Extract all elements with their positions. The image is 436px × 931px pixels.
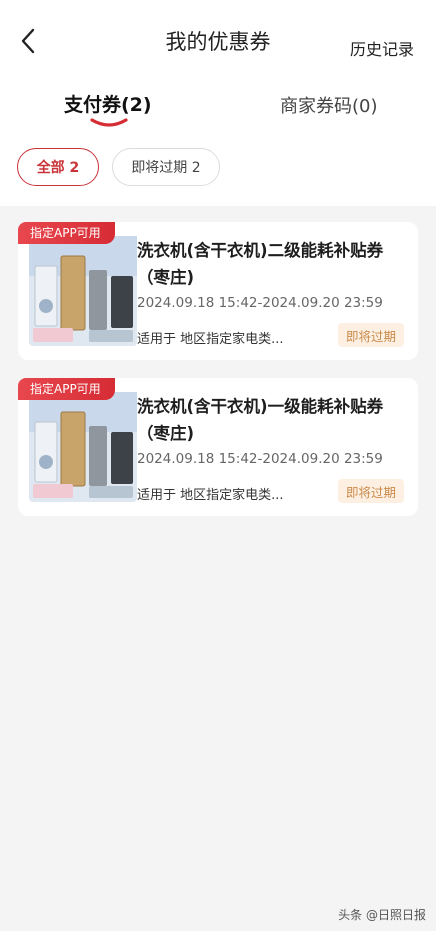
filter-all[interactable]: 全部 2 (17, 148, 99, 186)
expiring-badge: 即将过期 (338, 479, 404, 503)
appliance-image (29, 392, 137, 502)
coupon-scope: 适用于 地区指定家电类... (137, 332, 284, 347)
coupon-scope: 适用于 地区指定家电类... (137, 488, 284, 503)
app-only-tag: 指定APP可用 (18, 222, 115, 244)
coupon-title: 洗衣机(含干衣机)一级能耗补贴券（枣庄) (137, 397, 384, 443)
tab-payment-coupons[interactable]: 支付券(2) (64, 90, 152, 117)
coupon-card[interactable]: 指定APP可用 洗衣机(含干衣机)二级能耗补贴券（枣庄) 2024.09.18 … (18, 222, 418, 360)
active-tab-indicator (90, 118, 128, 127)
tab-merchant-codes[interactable]: 商家券码(0) (280, 92, 378, 118)
top-bar: 我的优惠券 历史记录 支付券(2) 商家券码(0) 全部 2 即将过期 2 (0, 0, 436, 206)
history-button[interactable]: 历史记录 (350, 36, 414, 60)
appliance-image (29, 236, 137, 346)
coupon-card[interactable]: 指定APP可用 洗衣机(含干衣机)一级能耗补贴券（枣庄) 2024.09.18 … (18, 378, 418, 516)
filter-expiring[interactable]: 即将过期 2 (112, 148, 220, 186)
app-only-tag: 指定APP可用 (18, 378, 115, 400)
coupon-validity: 2024.09.18 15:42-2024.09.20 23:59 (137, 451, 383, 467)
coupon-title: 洗衣机(含干衣机)二级能耗补贴券（枣庄) (137, 241, 384, 287)
source-watermark: 头条 @日照日报 (338, 908, 426, 922)
coupon-validity: 2024.09.18 15:42-2024.09.20 23:59 (137, 295, 383, 311)
expiring-badge: 即将过期 (338, 323, 404, 347)
